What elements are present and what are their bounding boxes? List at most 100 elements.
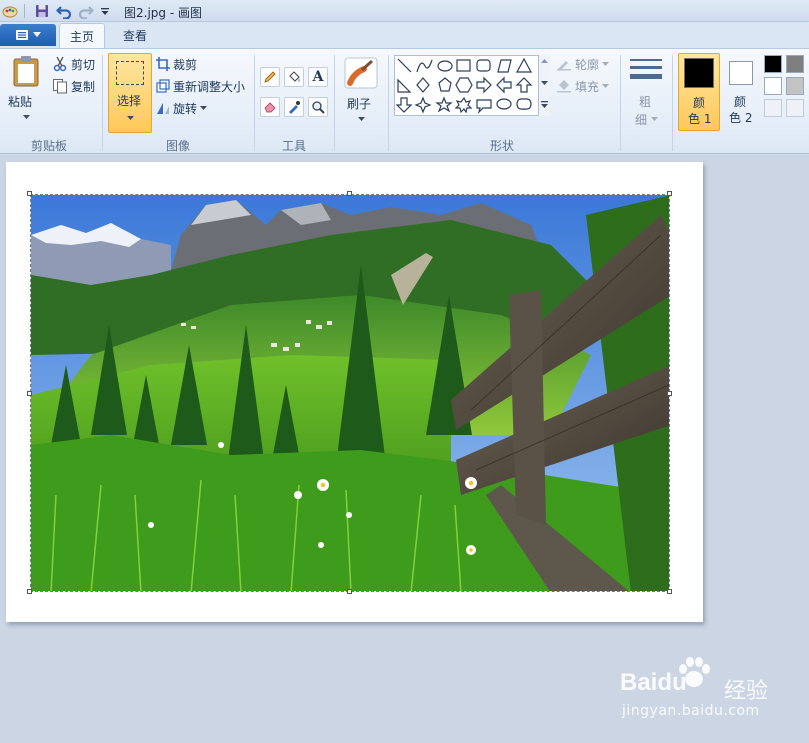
size-button[interactable]: 粗 细 bbox=[626, 55, 666, 131]
fill-tool[interactable] bbox=[284, 67, 304, 87]
select-label: 选择 bbox=[117, 94, 142, 108]
customize-quick-access-icon[interactable] bbox=[97, 3, 113, 19]
watermark-brand-cn: 经验 bbox=[724, 679, 769, 704]
shapes-gallery bbox=[394, 55, 550, 116]
selection-handle[interactable] bbox=[27, 191, 32, 196]
selection-handle[interactable] bbox=[27, 391, 32, 396]
tab-view[interactable]: 查看 bbox=[112, 23, 158, 48]
color2-label-1: 颜 bbox=[734, 95, 747, 109]
save-icon[interactable] bbox=[34, 3, 50, 19]
paint-app-icon[interactable] bbox=[2, 3, 18, 19]
chevron-down-icon bbox=[602, 83, 610, 88]
color1-button[interactable]: 颜 色 1 bbox=[678, 53, 720, 131]
copy-label: 复制 bbox=[71, 79, 96, 94]
scroll-down-icon[interactable] bbox=[541, 81, 548, 86]
copy-button[interactable]: 复制 bbox=[52, 77, 95, 95]
color2-swatch bbox=[729, 61, 753, 85]
scroll-up-icon[interactable] bbox=[541, 59, 548, 64]
clipboard-icon bbox=[13, 56, 39, 87]
ribbon-tab-bar: 主页 查看 bbox=[0, 22, 809, 48]
chevron-down-icon bbox=[651, 117, 658, 121]
selection-handle[interactable] bbox=[347, 589, 352, 594]
color-picker-icon bbox=[289, 101, 300, 114]
palette-color-4[interactable] bbox=[786, 77, 804, 95]
shapes-group-label: 形状 bbox=[490, 139, 515, 153]
title-bar: 图2.jpg - 画图 bbox=[0, 0, 809, 22]
pencil-icon bbox=[264, 71, 276, 83]
shapes-scroll-controls bbox=[538, 55, 550, 116]
selection-handle[interactable] bbox=[667, 391, 672, 396]
magnifier-tool[interactable] bbox=[308, 97, 328, 117]
select-button[interactable]: 选择 bbox=[108, 53, 152, 133]
text-icon: A bbox=[312, 69, 324, 85]
group-divider bbox=[334, 55, 335, 151]
color1-label-1: 颜 bbox=[693, 96, 706, 110]
color-picker-tool[interactable] bbox=[284, 97, 304, 117]
fill-button[interactable]: 填充 bbox=[556, 77, 610, 95]
outline-label: 轮廓 bbox=[575, 57, 600, 72]
pencil-tool[interactable] bbox=[260, 67, 280, 87]
outline-button[interactable]: 轮廓 bbox=[556, 55, 610, 73]
resize-label: 重新调整大小 bbox=[173, 79, 246, 94]
scissors-icon bbox=[53, 56, 67, 72]
expand-gallery-icon[interactable] bbox=[541, 101, 548, 109]
palette-color-2[interactable] bbox=[786, 55, 804, 73]
resize-icon bbox=[156, 79, 170, 93]
group-divider bbox=[102, 55, 103, 151]
brushes-button[interactable]: 刷子 bbox=[340, 55, 382, 131]
palette-empty-slot[interactable] bbox=[786, 99, 804, 117]
selection-handle[interactable] bbox=[27, 589, 32, 594]
ribbon: 粘贴 剪切 复制 剪贴板 选择 裁剪 重新调整大小 旋转 图像 A 工具 刷子 … bbox=[0, 48, 809, 154]
selection-handle[interactable] bbox=[667, 191, 672, 196]
crop-button[interactable]: 裁剪 bbox=[156, 55, 197, 73]
group-divider bbox=[620, 55, 621, 151]
baidu-watermark: Baidu 经验 jingyan.baidu.com bbox=[620, 655, 800, 725]
selection-handle[interactable] bbox=[347, 191, 352, 196]
image-group-label: 图像 bbox=[166, 139, 191, 153]
magnifier-icon bbox=[312, 101, 325, 114]
rotate-label: 旋转 bbox=[173, 101, 198, 116]
menu-icon bbox=[16, 30, 28, 40]
chevron-down-icon bbox=[200, 105, 208, 110]
copy-icon bbox=[53, 79, 67, 94]
paste-button[interactable]: 粘贴 bbox=[6, 55, 46, 131]
resize-button[interactable]: 重新调整大小 bbox=[156, 77, 245, 95]
color2-label-2: 色 2 bbox=[729, 111, 753, 125]
chevron-down-icon bbox=[23, 115, 30, 119]
shape-gallery-grid bbox=[395, 57, 533, 114]
tools-group-label: 工具 bbox=[282, 139, 307, 153]
chevron-down-icon bbox=[358, 117, 365, 121]
crop-label: 裁剪 bbox=[173, 57, 198, 72]
line-width-icon bbox=[630, 59, 662, 79]
pasted-image[interactable] bbox=[30, 194, 670, 592]
window-title: 图2.jpg - 画图 bbox=[124, 6, 202, 20]
redo-icon[interactable] bbox=[78, 3, 94, 19]
crop-icon bbox=[156, 57, 170, 71]
watermark-url: jingyan.baidu.com bbox=[622, 703, 760, 719]
eraser-tool[interactable] bbox=[260, 97, 280, 117]
group-divider bbox=[672, 55, 673, 151]
fill-label: 填充 bbox=[575, 79, 600, 94]
group-divider bbox=[254, 55, 255, 151]
color2-button[interactable]: 颜 色 2 bbox=[722, 53, 760, 131]
paw-icon bbox=[679, 657, 710, 687]
palette-empty-slot[interactable] bbox=[764, 99, 782, 117]
rotate-button[interactable]: 旋转 bbox=[156, 99, 208, 117]
rotate-icon bbox=[157, 103, 169, 114]
tab-home[interactable]: 主页 bbox=[59, 23, 105, 48]
palette-color-1[interactable] bbox=[764, 55, 782, 73]
size-label-1: 粗 bbox=[639, 95, 652, 109]
selection-handle[interactable] bbox=[667, 589, 672, 594]
landscape-image bbox=[31, 195, 669, 591]
text-tool[interactable]: A bbox=[308, 67, 328, 87]
undo-icon[interactable] bbox=[56, 3, 72, 19]
cut-button[interactable]: 剪切 bbox=[52, 55, 95, 73]
fill-icon bbox=[289, 71, 300, 82]
paint-menu-button[interactable] bbox=[0, 24, 56, 46]
brush-icon bbox=[344, 57, 378, 89]
chevron-down-icon bbox=[33, 32, 41, 37]
color1-swatch bbox=[684, 58, 714, 88]
cut-label: 剪切 bbox=[71, 57, 96, 72]
palette-color-3[interactable] bbox=[764, 77, 782, 95]
outline-icon bbox=[557, 61, 571, 71]
